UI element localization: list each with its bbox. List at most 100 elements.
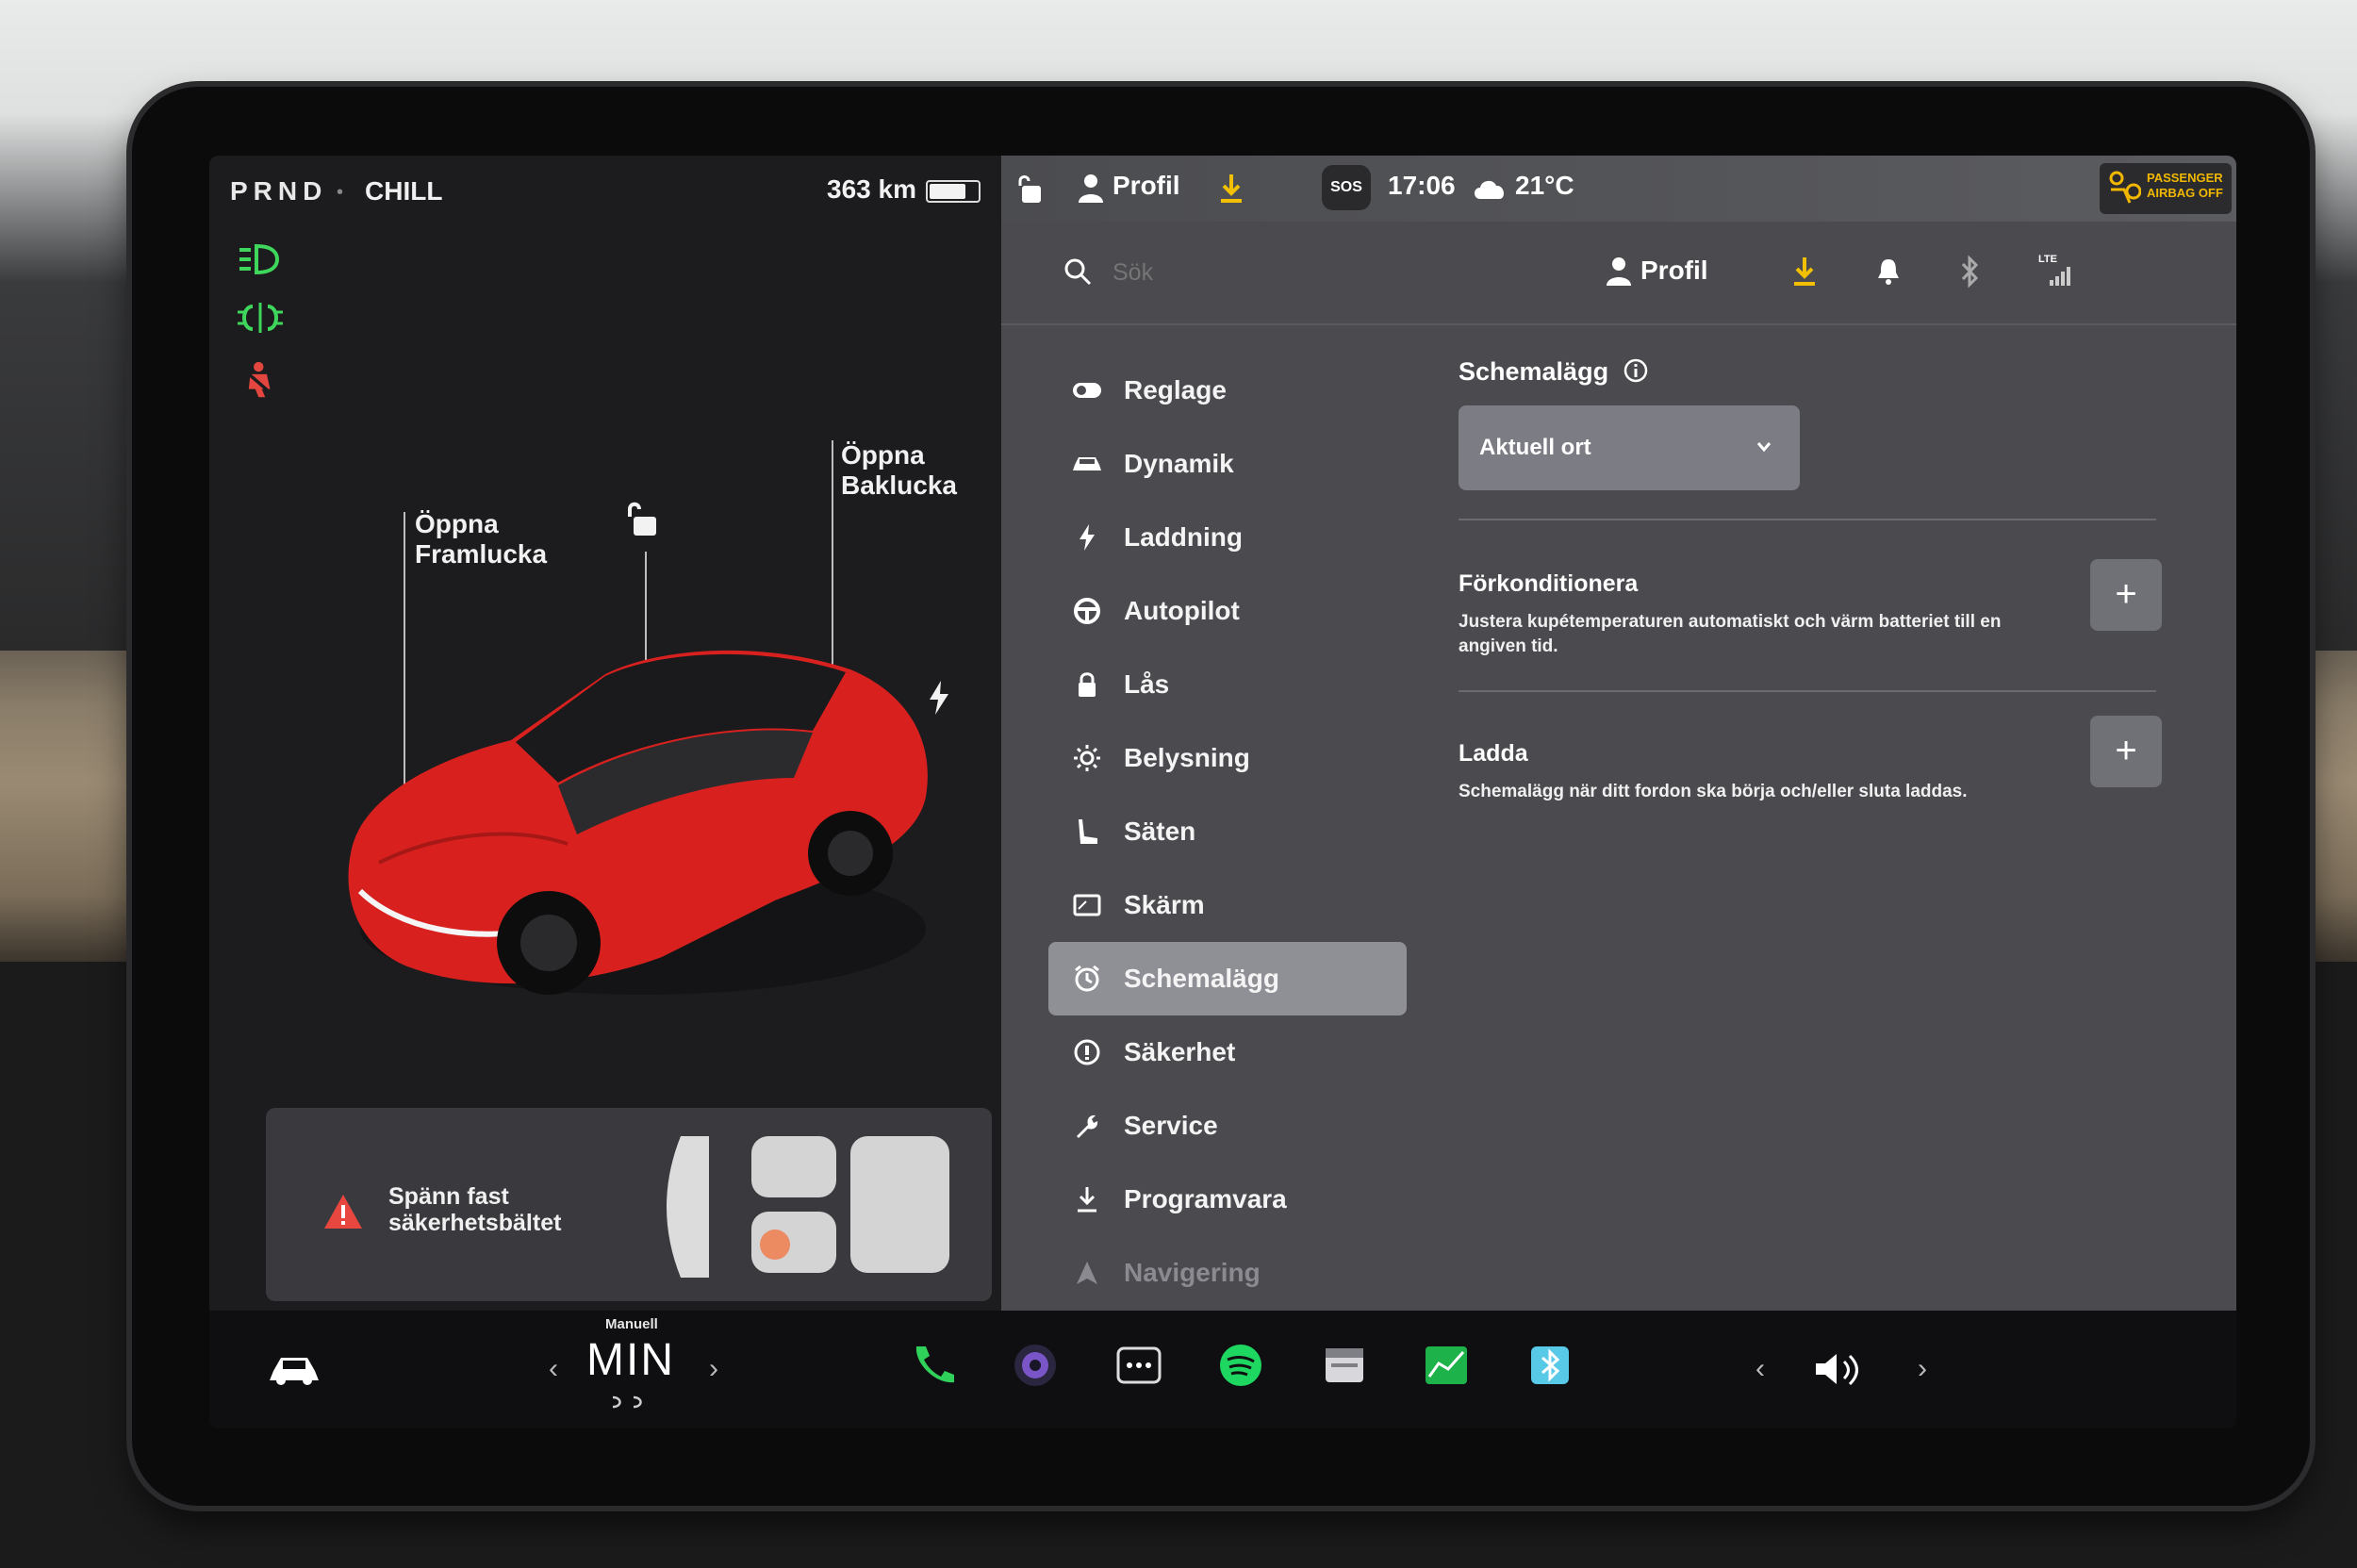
wrench-icon (1069, 1108, 1105, 1144)
volume-decrease-button[interactable]: ‹ (1755, 1353, 1765, 1385)
menu-label: Reglage (1124, 375, 1227, 404)
section-title: Schemalägg (1459, 357, 1609, 386)
profile-button[interactable]: Profil (1640, 256, 1708, 286)
menu-item-sakerhet[interactable]: Säkerhet (1048, 1015, 1407, 1089)
menu-label: Belysning (1124, 743, 1250, 772)
volume-increase-button[interactable]: › (1918, 1353, 1927, 1385)
drive-mode: CHILL (365, 176, 443, 206)
outside-temperature: 21°C (1515, 171, 1574, 200)
add-precondition-button[interactable]: + (2090, 559, 2162, 631)
menu-label: Skärm (1124, 890, 1205, 919)
calendar-icon[interactable] (1318, 1339, 1371, 1392)
menu-label: Autopilot (1124, 596, 1240, 625)
menu-item-programvara[interactable]: Programvara (1048, 1163, 1407, 1236)
charge-title: Ladda (1459, 740, 1528, 767)
camera-icon[interactable] (1009, 1339, 1062, 1392)
divider (1459, 690, 2156, 692)
more-apps-icon[interactable] (1113, 1339, 1165, 1392)
chevron-down-icon (1756, 442, 1772, 453)
bluetooth-app-icon[interactable] (1524, 1339, 1576, 1392)
menu-item-laddning[interactable]: Laddning (1048, 501, 1407, 574)
menu-item-service[interactable]: Service (1048, 1089, 1407, 1163)
menu-item-schemalagg[interactable]: Schemalägg (1048, 942, 1407, 1015)
phone-icon[interactable] (907, 1339, 960, 1392)
volume-icon[interactable] (1812, 1348, 1865, 1390)
menu-item-dynamik[interactable]: Dynamik (1048, 427, 1407, 501)
gear-selector: PRND (230, 176, 328, 206)
energy-app-icon[interactable] (1420, 1339, 1473, 1392)
separator-dot: • (337, 182, 344, 203)
menu-item-saten[interactable]: Säten (1048, 795, 1407, 868)
display-icon (1069, 887, 1105, 923)
menu-item-navigering[interactable]: Navigering (1048, 1236, 1407, 1310)
precondition-description: Justera kupétemperaturen automatiskt och… (1459, 612, 2002, 656)
menu-item-belysning[interactable]: Belysning (1048, 721, 1407, 795)
open-trunk-label-2: Baklucka (841, 470, 957, 500)
climate-increase-button[interactable]: › (709, 1353, 718, 1385)
menu-item-reglage[interactable]: Reglage (1048, 354, 1407, 427)
add-charge-button[interactable]: + (2090, 716, 2162, 787)
profile-icon (1607, 257, 1631, 286)
seat-heater-icon[interactable] (609, 1394, 651, 1412)
bottom-dock: ‹ Manuell MIN › ‹ › (209, 1311, 2236, 1428)
settings-header: Profil LTE (1001, 222, 2236, 325)
warning-icon (1069, 1034, 1105, 1070)
menu-label: Lås (1124, 669, 1170, 699)
menu-item-skarm[interactable]: Skärm (1048, 868, 1407, 942)
unlock-icon[interactable] (624, 500, 658, 537)
download-icon[interactable] (1218, 173, 1244, 205)
battery-icon (926, 180, 981, 203)
navigation-icon (1069, 1255, 1105, 1291)
menu-label: Laddning (1124, 522, 1243, 552)
profile-button[interactable]: Profil (1113, 171, 1180, 201)
clock-icon (1069, 961, 1105, 997)
charge-description: Schemalägg när ditt fordon ska börja och… (1459, 782, 1968, 801)
menu-item-autopilot[interactable]: Autopilot (1048, 574, 1407, 648)
alert-line-2: säkerhetsbältet (388, 1210, 562, 1236)
settings-menu: Reglage Dynamik Laddning Autopilot Lås B… (1048, 354, 1407, 1310)
location-dropdown[interactable]: Aktuell ort (1459, 405, 1800, 490)
menu-label: Säkerhet (1124, 1037, 1236, 1066)
range-display: 363 km (827, 174, 916, 204)
bluetooth-icon[interactable] (1959, 256, 1980, 288)
headlight-icon (239, 243, 280, 275)
lock-status-icon[interactable] (1014, 173, 1043, 205)
clock: 17:06 (1388, 171, 1456, 200)
info-icon[interactable] (1623, 357, 1649, 384)
menu-label: Programvara (1124, 1184, 1287, 1213)
download-icon[interactable] (1791, 256, 1818, 288)
car-illustration (348, 650, 928, 995)
airbag-line-1: PASSENGER (2147, 171, 2223, 185)
sos-button[interactable]: SOS (1322, 165, 1371, 210)
alert-line-1: Spänn fast (388, 1183, 509, 1210)
toggle-icon (1069, 372, 1105, 408)
battery-fill (930, 184, 965, 199)
spotify-icon[interactable] (1214, 1339, 1267, 1392)
search-input[interactable] (1113, 259, 1395, 287)
open-trunk-button[interactable]: Öppna Baklucka (841, 440, 957, 501)
car-icon[interactable] (268, 1350, 321, 1388)
download-icon (1069, 1181, 1105, 1217)
seatbelt-alert-card: Spänn fast säkerhetsbältet (266, 1108, 992, 1301)
car-icon (1069, 446, 1105, 482)
open-frunk-label-2: Framlucka (415, 539, 548, 569)
menu-label: Säten (1124, 817, 1196, 846)
open-frunk-label-1: Öppna (415, 509, 499, 538)
profile-icon (1079, 174, 1103, 203)
airbag-line-2: AIRBAG OFF (2147, 186, 2223, 200)
climate-temperature[interactable]: MIN (586, 1334, 675, 1386)
sun-icon (1069, 740, 1105, 776)
bolt-icon (1069, 520, 1105, 555)
open-frunk-button[interactable]: Öppna Framlucka (415, 509, 547, 569)
bell-icon[interactable] (1876, 257, 1901, 286)
steering-wheel-icon (1069, 593, 1105, 629)
touchscreen: PRND • CHILL 363 km Öppna Framlucka Öppn… (209, 156, 2236, 1428)
seat-icon (1069, 814, 1105, 850)
seatbelt-alert-text: Spänn fast säkerhetsbältet (388, 1183, 615, 1236)
menu-label: Dynamik (1124, 449, 1234, 478)
search-icon[interactable] (1063, 257, 1092, 286)
climate-decrease-button[interactable]: ‹ (549, 1353, 558, 1385)
climate-mode-label: Manuell (605, 1316, 658, 1332)
menu-item-las[interactable]: Lås (1048, 648, 1407, 721)
dropdown-value: Aktuell ort (1479, 435, 1591, 460)
